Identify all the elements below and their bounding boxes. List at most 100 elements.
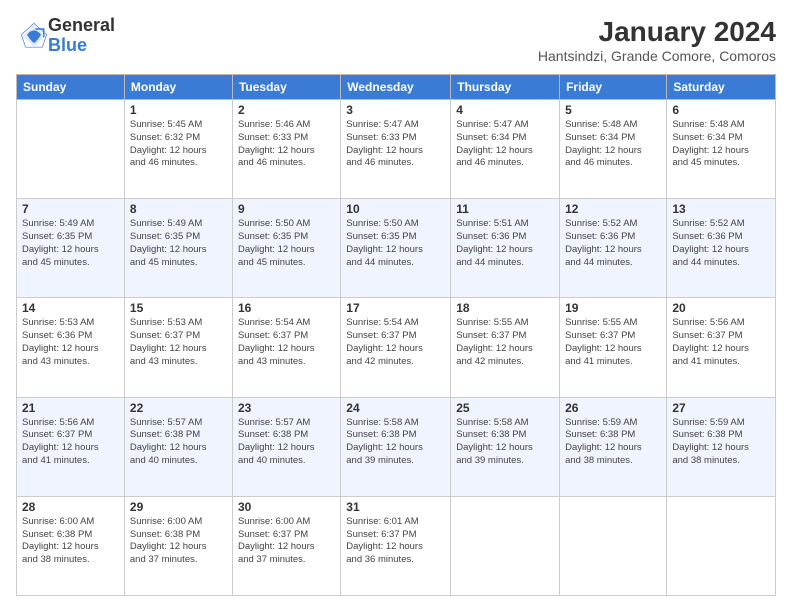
day-info: Sunrise: 5:54 AM Sunset: 6:37 PM Dayligh… <box>346 317 445 368</box>
calendar-cell: 18 Sunrise: 5:55 AM Sunset: 6:37 PM Dayli… <box>451 298 560 397</box>
month-title: January 2024 <box>538 16 776 48</box>
calendar-cell: 29Sunrise: 6:00 AM Sunset: 6:38 PM Dayli… <box>124 496 232 595</box>
day-number: 27 <box>672 401 770 415</box>
day-info: Sunrise: 5:48 AM Sunset: 6:34 PM Dayligh… <box>672 119 770 170</box>
day-number: 2 <box>238 103 335 117</box>
day-number: 31 <box>346 500 445 514</box>
calendar-week-row: 28 Sunrise: 6:00 AM Sunset: 6:38 PM Dayli… <box>17 496 776 595</box>
col-wednesday: Wednesday <box>341 75 451 100</box>
col-monday: Monday <box>124 75 232 100</box>
header-row: Sunday Monday Tuesday Wednesday Thursday… <box>17 75 776 100</box>
calendar-cell: 14Sunrise: 5:53 AM Sunset: 6:36 PM Dayli… <box>17 298 125 397</box>
day-info: Sunrise: 5:57 AM Sunset: 6:38 PM Dayligh… <box>238 417 335 468</box>
calendar-cell <box>17 100 125 199</box>
day-info: Sunrise: 6:00 AM Sunset: 6:37 PM Dayligh… <box>238 516 335 567</box>
col-saturday: Saturday <box>667 75 776 100</box>
calendar-cell: 23 Sunrise: 5:57 AM Sunset: 6:38 PM Dayli… <box>232 397 340 496</box>
day-info: Sunrise: 5:55 AM Sunset: 6:37 PM Dayligh… <box>456 317 554 368</box>
logo-blue-text: Blue <box>48 36 115 56</box>
calendar-cell: 19 Sunrise: 5:55 AM Sunset: 6:37 PM Dayli… <box>560 298 667 397</box>
calendar-cell: 17 Sunrise: 5:54 AM Sunset: 6:37 PM Dayli… <box>341 298 451 397</box>
day-info: Sunrise: 5:46 AM Sunset: 6:33 PM Dayligh… <box>238 119 335 170</box>
calendar-cell: 25Sunrise: 5:58 AM Sunset: 6:38 PM Dayli… <box>451 397 560 496</box>
day-number: 6 <box>672 103 770 117</box>
day-number: 23 <box>238 401 335 415</box>
day-number: 4 <box>456 103 554 117</box>
day-info: Sunrise: 5:56 AM Sunset: 6:37 PM Dayligh… <box>672 317 770 368</box>
day-number: 21 <box>22 401 119 415</box>
day-info: Sunrise: 5:47 AM Sunset: 6:34 PM Dayligh… <box>456 119 554 170</box>
location: Hantsindzi, Grande Comore, Comoros <box>538 48 776 64</box>
calendar-cell: 31Sunrise: 6:01 AM Sunset: 6:37 PM Dayli… <box>341 496 451 595</box>
calendar-cell <box>667 496 776 595</box>
page: General Blue January 2024 Hantsindzi, Gr… <box>0 0 792 612</box>
calendar-cell: 7Sunrise: 5:49 AM Sunset: 6:35 PM Daylig… <box>17 199 125 298</box>
calendar-cell: 20 Sunrise: 5:56 AM Sunset: 6:37 PM Dayli… <box>667 298 776 397</box>
calendar-week-row: 1 Sunrise: 5:45 AM Sunset: 6:32 PM Daylig… <box>17 100 776 199</box>
calendar-cell: 22 Sunrise: 5:57 AM Sunset: 6:38 PM Dayli… <box>124 397 232 496</box>
col-thursday: Thursday <box>451 75 560 100</box>
day-number: 15 <box>130 301 227 315</box>
calendar-cell: 30 Sunrise: 6:00 AM Sunset: 6:37 PM Dayli… <box>232 496 340 595</box>
calendar-cell: 13 Sunrise: 5:52 AM Sunset: 6:36 PM Dayli… <box>667 199 776 298</box>
calendar-week-row: 7Sunrise: 5:49 AM Sunset: 6:35 PM Daylig… <box>17 199 776 298</box>
day-info: Sunrise: 5:48 AM Sunset: 6:34 PM Dayligh… <box>565 119 661 170</box>
calendar-cell: 11 Sunrise: 5:51 AM Sunset: 6:36 PM Dayli… <box>451 199 560 298</box>
day-number: 28 <box>22 500 119 514</box>
day-info: Sunrise: 5:59 AM Sunset: 6:38 PM Dayligh… <box>672 417 770 468</box>
day-info: Sunrise: 5:52 AM Sunset: 6:36 PM Dayligh… <box>565 218 661 269</box>
calendar-cell: 12Sunrise: 5:52 AM Sunset: 6:36 PM Dayli… <box>560 199 667 298</box>
day-number: 19 <box>565 301 661 315</box>
logo-general-text: General <box>48 16 115 36</box>
col-friday: Friday <box>560 75 667 100</box>
day-number: 30 <box>238 500 335 514</box>
day-info: Sunrise: 5:51 AM Sunset: 6:36 PM Dayligh… <box>456 218 554 269</box>
calendar-cell: 1 Sunrise: 5:45 AM Sunset: 6:32 PM Daylig… <box>124 100 232 199</box>
day-info: Sunrise: 5:55 AM Sunset: 6:37 PM Dayligh… <box>565 317 661 368</box>
day-number: 20 <box>672 301 770 315</box>
day-number: 25 <box>456 401 554 415</box>
calendar-cell: 4 Sunrise: 5:47 AM Sunset: 6:34 PM Daylig… <box>451 100 560 199</box>
day-info: Sunrise: 6:00 AM Sunset: 6:38 PM Dayligh… <box>22 516 119 567</box>
day-number: 1 <box>130 103 227 117</box>
day-info: Sunrise: 5:57 AM Sunset: 6:38 PM Dayligh… <box>130 417 227 468</box>
day-info: Sunrise: 5:56 AM Sunset: 6:37 PM Dayligh… <box>22 417 119 468</box>
calendar-week-row: 21 Sunrise: 5:56 AM Sunset: 6:37 PM Dayli… <box>17 397 776 496</box>
day-number: 22 <box>130 401 227 415</box>
day-number: 5 <box>565 103 661 117</box>
day-info: Sunrise: 5:50 AM Sunset: 6:35 PM Dayligh… <box>346 218 445 269</box>
header: General Blue January 2024 Hantsindzi, Gr… <box>16 16 776 64</box>
day-number: 16 <box>238 301 335 315</box>
day-info: Sunrise: 5:58 AM Sunset: 6:38 PM Dayligh… <box>346 417 445 468</box>
day-info: Sunrise: 5:47 AM Sunset: 6:33 PM Dayligh… <box>346 119 445 170</box>
day-number: 9 <box>238 202 335 216</box>
day-number: 10 <box>346 202 445 216</box>
calendar-cell: 28 Sunrise: 6:00 AM Sunset: 6:38 PM Dayli… <box>17 496 125 595</box>
day-number: 11 <box>456 202 554 216</box>
calendar-cell <box>560 496 667 595</box>
calendar-cell: 24Sunrise: 5:58 AM Sunset: 6:38 PM Dayli… <box>341 397 451 496</box>
title-block: January 2024 Hantsindzi, Grande Comore, … <box>538 16 776 64</box>
day-number: 29 <box>130 500 227 514</box>
calendar-cell: 2 Sunrise: 5:46 AM Sunset: 6:33 PM Daylig… <box>232 100 340 199</box>
day-number: 17 <box>346 301 445 315</box>
day-info: Sunrise: 5:52 AM Sunset: 6:36 PM Dayligh… <box>672 218 770 269</box>
day-info: Sunrise: 5:53 AM Sunset: 6:37 PM Dayligh… <box>130 317 227 368</box>
calendar-cell: 9 Sunrise: 5:50 AM Sunset: 6:35 PM Daylig… <box>232 199 340 298</box>
day-number: 13 <box>672 202 770 216</box>
day-info: Sunrise: 5:49 AM Sunset: 6:35 PM Dayligh… <box>22 218 119 269</box>
calendar-cell <box>451 496 560 595</box>
day-info: Sunrise: 5:50 AM Sunset: 6:35 PM Dayligh… <box>238 218 335 269</box>
day-number: 18 <box>456 301 554 315</box>
col-tuesday: Tuesday <box>232 75 340 100</box>
day-number: 26 <box>565 401 661 415</box>
calendar-table: Sunday Monday Tuesday Wednesday Thursday… <box>16 74 776 596</box>
logo-icon <box>20 22 48 50</box>
day-number: 3 <box>346 103 445 117</box>
calendar-cell: 3 Sunrise: 5:47 AM Sunset: 6:33 PM Daylig… <box>341 100 451 199</box>
calendar-cell: 21 Sunrise: 5:56 AM Sunset: 6:37 PM Dayli… <box>17 397 125 496</box>
day-info: Sunrise: 5:45 AM Sunset: 6:32 PM Dayligh… <box>130 119 227 170</box>
calendar-cell: 26Sunrise: 5:59 AM Sunset: 6:38 PM Dayli… <box>560 397 667 496</box>
day-number: 8 <box>130 202 227 216</box>
day-info: Sunrise: 5:53 AM Sunset: 6:36 PM Dayligh… <box>22 317 119 368</box>
